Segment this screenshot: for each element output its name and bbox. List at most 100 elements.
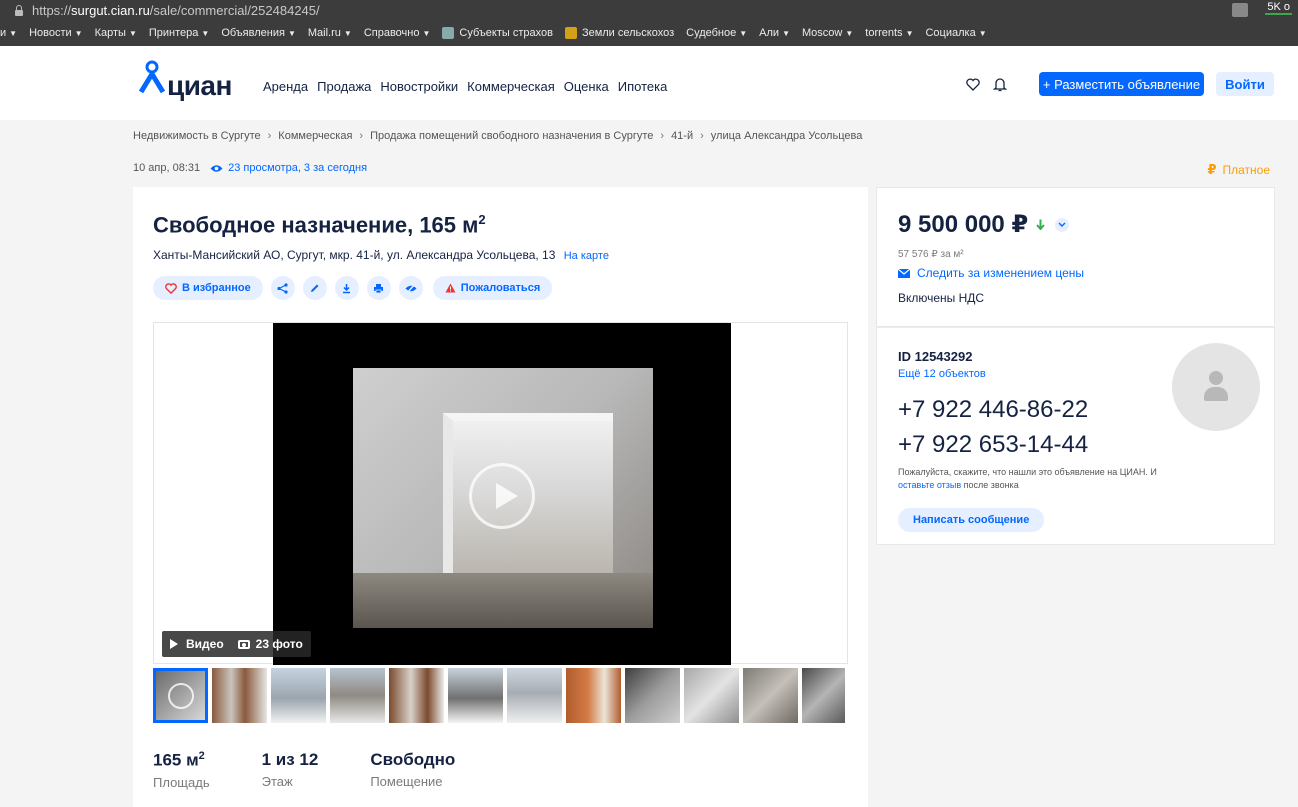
bookmark-item[interactable]: Moscow ▼ bbox=[802, 27, 853, 39]
thumbnail[interactable] bbox=[743, 668, 798, 723]
price: 9 500 000 ₽ bbox=[898, 210, 1070, 239]
thumbnail[interactable] bbox=[684, 668, 739, 723]
stat-floor: 1 из 12 Этаж bbox=[261, 750, 319, 789]
bookmark-item[interactable]: Принтера ▼ bbox=[149, 27, 209, 39]
bookmark-item[interactable]: Карты ▼ bbox=[95, 27, 137, 39]
post-ad-button[interactable]: + Разместить объявление bbox=[1039, 72, 1204, 96]
url-text[interactable]: https://surgut.cian.ru/sale/commercial/2… bbox=[32, 3, 320, 18]
phone-number[interactable]: +7 922 446-86-22 bbox=[898, 396, 1088, 424]
thumbnail[interactable] bbox=[271, 668, 326, 723]
media-gallery[interactable]: Видео 23 фото bbox=[153, 322, 848, 665]
eye-icon bbox=[210, 164, 223, 172]
more-objects-link[interactable]: Ещё 12 объектов bbox=[898, 368, 986, 380]
bookmark-item[interactable]: Социалка ▼ bbox=[925, 27, 986, 39]
chevron-right-icon: › bbox=[700, 130, 704, 142]
nav-item-mortgage[interactable]: Ипотека bbox=[618, 79, 668, 94]
thumbnail-video[interactable] bbox=[153, 668, 208, 723]
breadcrumb-item[interactable]: 41-й bbox=[671, 130, 693, 142]
bookmark-item[interactable]: Новости ▼ bbox=[29, 27, 83, 39]
user-icon-body bbox=[1204, 387, 1228, 401]
send-message-button[interactable]: Написать сообщение bbox=[898, 508, 1045, 532]
agent-id: ID 12543292 bbox=[898, 349, 973, 364]
nav-item-valuation[interactable]: Оценка bbox=[564, 79, 609, 94]
play-icon[interactable] bbox=[469, 463, 535, 529]
bookmark-item[interactable]: и ▼ bbox=[0, 27, 17, 39]
video-frame-floor bbox=[353, 573, 653, 628]
photos-label: 23 фото bbox=[255, 637, 303, 651]
bookmark-item[interactable]: Али ▼ bbox=[759, 27, 790, 39]
nav-item-new-buildings[interactable]: Новостройки bbox=[380, 79, 458, 94]
nav-item-commercial[interactable]: Коммерческая bbox=[467, 79, 555, 94]
vat-info: Включены НДС bbox=[898, 291, 985, 305]
thumbnail[interactable] bbox=[507, 668, 562, 723]
listing-stats: 165 м2 Площадь 1 из 12 Этаж Свободно Пом… bbox=[153, 750, 507, 790]
warning-icon bbox=[445, 283, 456, 293]
paid-badge[interactable]: ₽ Платное bbox=[1207, 162, 1270, 178]
views-link[interactable]: 23 просмотра, 3 за сегодня bbox=[210, 162, 367, 174]
bookmark-item[interactable]: torrents ▼ bbox=[865, 27, 913, 39]
play-icon bbox=[168, 683, 194, 709]
thumbnail[interactable] bbox=[448, 668, 503, 723]
bookmark-item[interactable]: Объявления ▼ bbox=[221, 27, 296, 39]
bookmark-item[interactable]: Земли сельскохоз bbox=[564, 27, 674, 39]
user-icon bbox=[1209, 371, 1223, 385]
printer-icon bbox=[374, 283, 384, 293]
bell-icon[interactable] bbox=[993, 77, 1007, 92]
envelope-icon bbox=[898, 268, 910, 278]
complain-button[interactable]: Пожаловаться bbox=[432, 276, 553, 300]
share-icon bbox=[277, 282, 288, 294]
pencil-icon bbox=[311, 284, 319, 292]
avatar bbox=[1172, 343, 1260, 431]
bookmark-item[interactable]: Mail.ru ▼ bbox=[308, 27, 352, 39]
main-nav: Аренда Продажа Новостройки Коммерческая … bbox=[263, 79, 676, 94]
thumbnail[interactable] bbox=[625, 668, 680, 723]
bookmark-item[interactable]: Справочно ▼ bbox=[364, 27, 431, 39]
edit-button[interactable] bbox=[302, 276, 327, 300]
price-down-icon bbox=[1036, 219, 1045, 230]
video-player[interactable] bbox=[273, 323, 731, 665]
chat-badge[interactable]: 5K о bbox=[1265, 1, 1292, 15]
thumbnail[interactable] bbox=[389, 668, 444, 723]
login-button[interactable]: Войти bbox=[1216, 72, 1274, 96]
camera-icon bbox=[237, 639, 250, 649]
heart-icon[interactable] bbox=[966, 78, 980, 91]
call-note: Пожалуйста, скажите, что нашли это объяв… bbox=[898, 467, 1157, 490]
cian-logo[interactable]: циан bbox=[135, 54, 255, 104]
browser-url-bar[interactable]: https://surgut.cian.ru/sale/commercial/2… bbox=[0, 0, 1298, 20]
breadcrumb-item[interactable]: улица Александра Усольцева bbox=[711, 130, 863, 142]
price-history-button[interactable] bbox=[1055, 217, 1070, 232]
thumbnail[interactable] bbox=[802, 668, 845, 723]
logo-text: циан bbox=[167, 70, 232, 101]
site-header: циан Аренда Продажа Новостройки Коммерче… bbox=[0, 46, 1298, 120]
breadcrumb-item[interactable]: Недвижимость в Сургуте bbox=[133, 130, 261, 142]
bookmark-item[interactable]: Субъекты страхов bbox=[442, 27, 553, 39]
breadcrumb-item[interactable]: Коммерческая bbox=[278, 130, 352, 142]
download-button[interactable] bbox=[334, 276, 359, 300]
video-label: Видео bbox=[186, 637, 224, 651]
nav-item-sale[interactable]: Продажа bbox=[317, 79, 371, 94]
hide-button[interactable] bbox=[398, 276, 423, 300]
lock-icon bbox=[14, 4, 24, 16]
bookmarks-bar: и ▼ Новости ▼ Карты ▼ Принтера ▼ Объявления ▼… bbox=[0, 20, 1298, 46]
thumbnail[interactable] bbox=[212, 668, 267, 723]
print-button[interactable] bbox=[366, 276, 391, 300]
share-button[interactable] bbox=[270, 276, 295, 300]
leave-review-link[interactable]: оставьте отзыв bbox=[898, 480, 961, 490]
map-icon bbox=[564, 27, 577, 39]
chevron-down-icon bbox=[1058, 222, 1066, 227]
thumbnail[interactable] bbox=[566, 668, 621, 723]
ruble-icon: ₽ bbox=[1207, 162, 1217, 177]
media-counter[interactable]: Видео 23 фото bbox=[162, 631, 311, 657]
breadcrumb: Недвижимость в Сургуте › Коммерческая › … bbox=[133, 130, 862, 142]
nav-item-rent[interactable]: Аренда bbox=[263, 79, 308, 94]
breadcrumb-item[interactable]: Продажа помещений свободного назначения … bbox=[370, 130, 653, 142]
extension-icon[interactable] bbox=[1232, 3, 1248, 17]
phone-number[interactable]: +7 922 653-14-44 bbox=[898, 431, 1088, 459]
follow-price-link[interactable]: Следить за изменением цены bbox=[898, 266, 1084, 280]
on-map-link[interactable]: На карте bbox=[564, 250, 609, 262]
publish-date: 10 апр, 08:31 bbox=[133, 162, 201, 174]
thumbnail[interactable] bbox=[330, 668, 385, 723]
favorite-button[interactable]: В избранное bbox=[153, 276, 263, 300]
bookmark-item[interactable]: Судебное ▼ bbox=[686, 27, 747, 39]
listing-title: Свободное назначение, 165 м2 bbox=[153, 212, 486, 238]
